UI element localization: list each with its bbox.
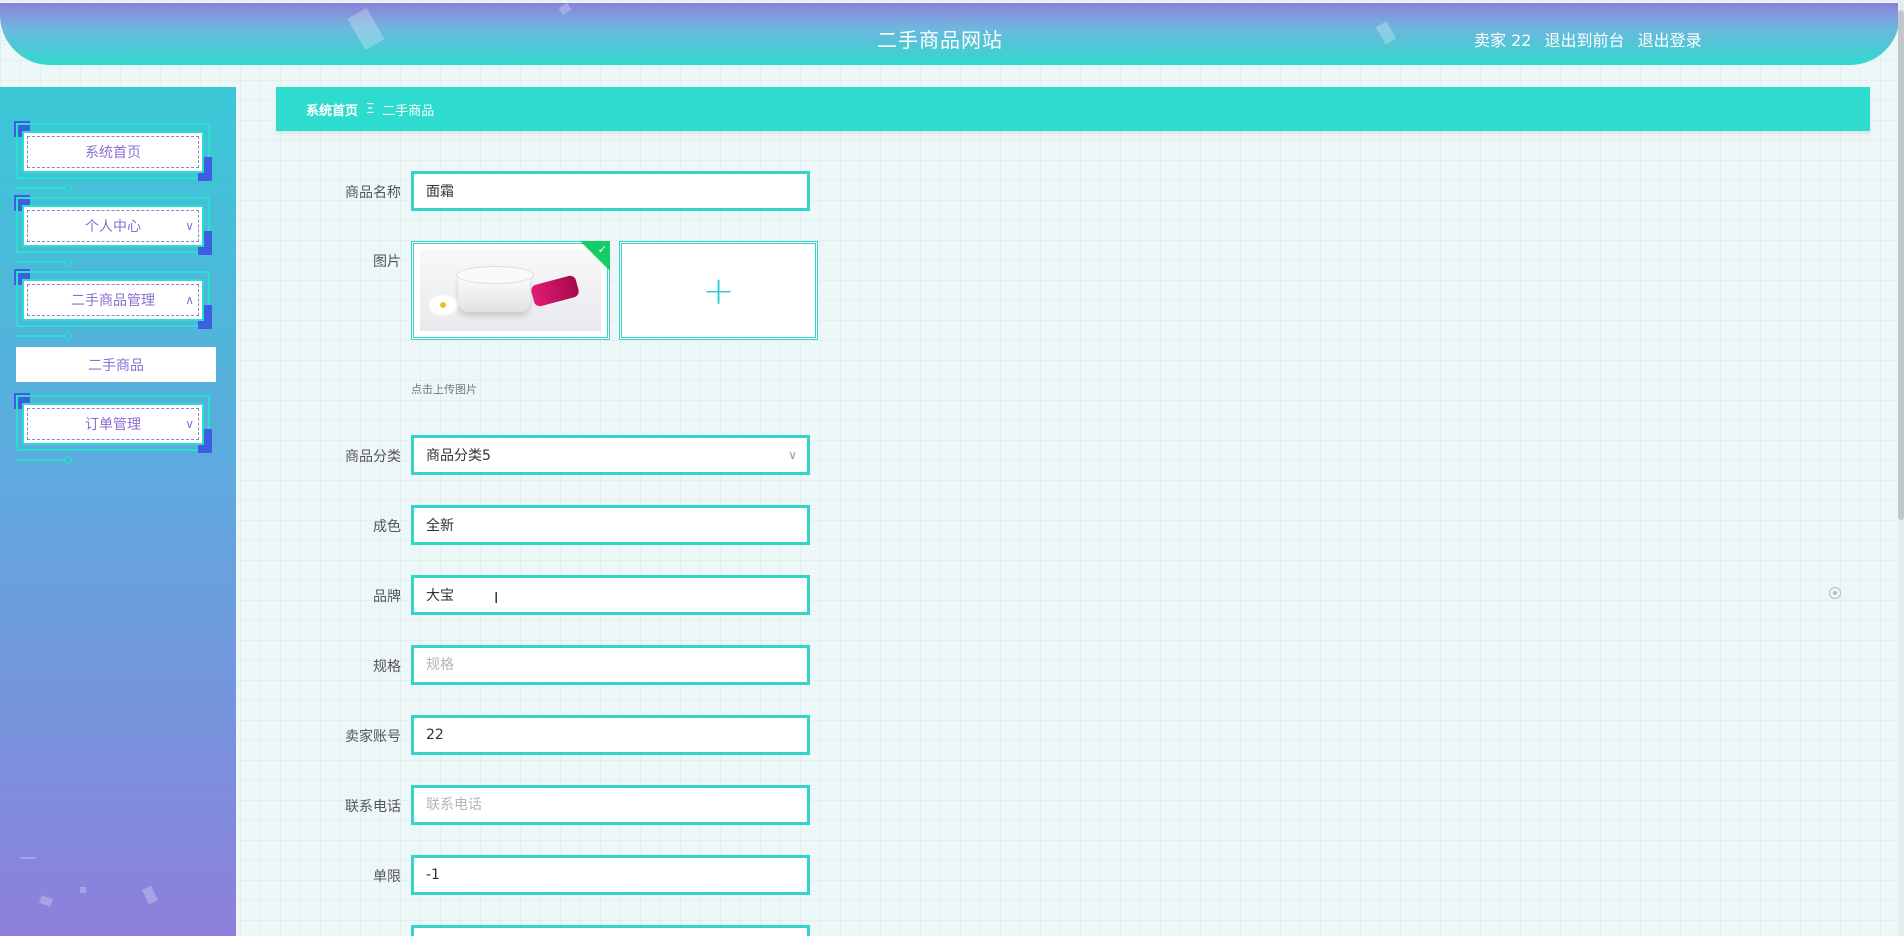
product-image [420,250,601,331]
brand-input[interactable] [411,575,810,615]
menu-inner: 订单管理 ∨ [22,403,204,445]
logout-link[interactable]: 退出登录 [1638,31,1702,50]
circle-icon[interactable] [1829,587,1841,599]
decoration [38,895,54,907]
sidebar-subitem-goods[interactable]: 二手商品 [16,347,216,382]
page-scrollbar[interactable] [1898,0,1904,936]
image-label: 图片 [373,254,401,270]
name-input[interactable] [411,171,810,211]
chevron-up-icon: ∧ [185,293,194,307]
menu-inner: 系统首页 [22,131,204,173]
phone-input[interactable] [411,785,810,825]
breadcrumb: 系统首页 Ξ 二手商品 [276,87,1870,131]
sidebar-item-personal-center[interactable]: 个人中心 ∨ [14,195,214,266]
phone-label: 联系电话 [345,799,401,815]
back-to-front-link[interactable]: 退出到前台 [1545,31,1625,50]
upload-hint: 点击上传图片 [411,383,477,396]
breadcrumb-home[interactable]: 系统首页 [306,100,358,119]
decoration [347,7,385,51]
scrollbar-thumb[interactable] [1898,10,1904,520]
sidebar-item-goods-management[interactable]: 二手商品管理 ∧ [14,269,214,340]
sidebar-item-label: 个人中心 [27,210,199,242]
plus-icon: + [702,268,735,313]
chevron-down-icon: ∨ [185,219,194,233]
image-detail [529,274,581,308]
limit-input[interactable] [411,855,810,895]
menu-inner: 个人中心 ∨ [22,205,204,247]
sidebar-item-orders[interactable]: 订单管理 ∨ [14,393,214,464]
menu-tail-decoration [16,332,72,340]
limit-label: 单限 [373,869,401,885]
sidebar-item-label: 系统首页 [27,136,199,168]
menu-inner: 二手商品管理 ∧ [22,279,204,321]
decoration [80,887,86,893]
sidebar-item-home[interactable]: 系统首页 [14,121,214,192]
decoration [1375,21,1397,45]
name-label: 商品名称 [345,185,401,201]
breadcrumb-separator: Ξ [366,101,375,117]
spec-label: 规格 [373,659,401,675]
decoration [20,857,36,859]
image-detail [456,266,534,284]
category-selected-value: 商品分类5 [426,448,491,464]
brand-label: 品牌 [373,589,401,605]
menu-tail-decoration [16,184,72,192]
chevron-down-icon: ∨ [185,417,194,431]
uploaded-image[interactable]: ✓ [411,241,610,340]
image-detail [430,295,456,315]
breadcrumb-current: 二手商品 [382,103,435,119]
spec-input[interactable] [411,645,810,685]
site-title: 二手商品网站 [877,28,1003,52]
category-label: 商品分类 [345,449,401,465]
upload-success-icon: ✓ [580,241,610,271]
seller-account-label: 卖家账号 [345,729,401,745]
next-input-partial[interactable] [411,925,810,936]
category-select[interactable]: 商品分类5 ∨ [411,435,810,475]
upload-add-button[interactable]: + [619,241,818,340]
condition-label: 成色 [373,519,401,535]
menu-tail-decoration [16,258,72,266]
header-user-area: 卖家 22 退出到前台 退出登录 [1474,27,1710,51]
sidebar-item-label: 订单管理 [27,408,199,440]
top-header: 二手商品网站 卖家 22 退出到前台 退出登录 [0,3,1900,65]
chevron-down-icon: ∨ [788,448,797,462]
seller-account-input[interactable] [411,715,810,755]
condition-input[interactable] [411,505,810,545]
menu-tail-decoration [16,456,72,464]
decoration [142,885,158,905]
decoration [558,3,572,15]
sidebar-item-label: 二手商品管理 [27,284,199,316]
text-cursor-icon: I [494,589,499,607]
user-label: 卖家 22 [1474,31,1532,50]
